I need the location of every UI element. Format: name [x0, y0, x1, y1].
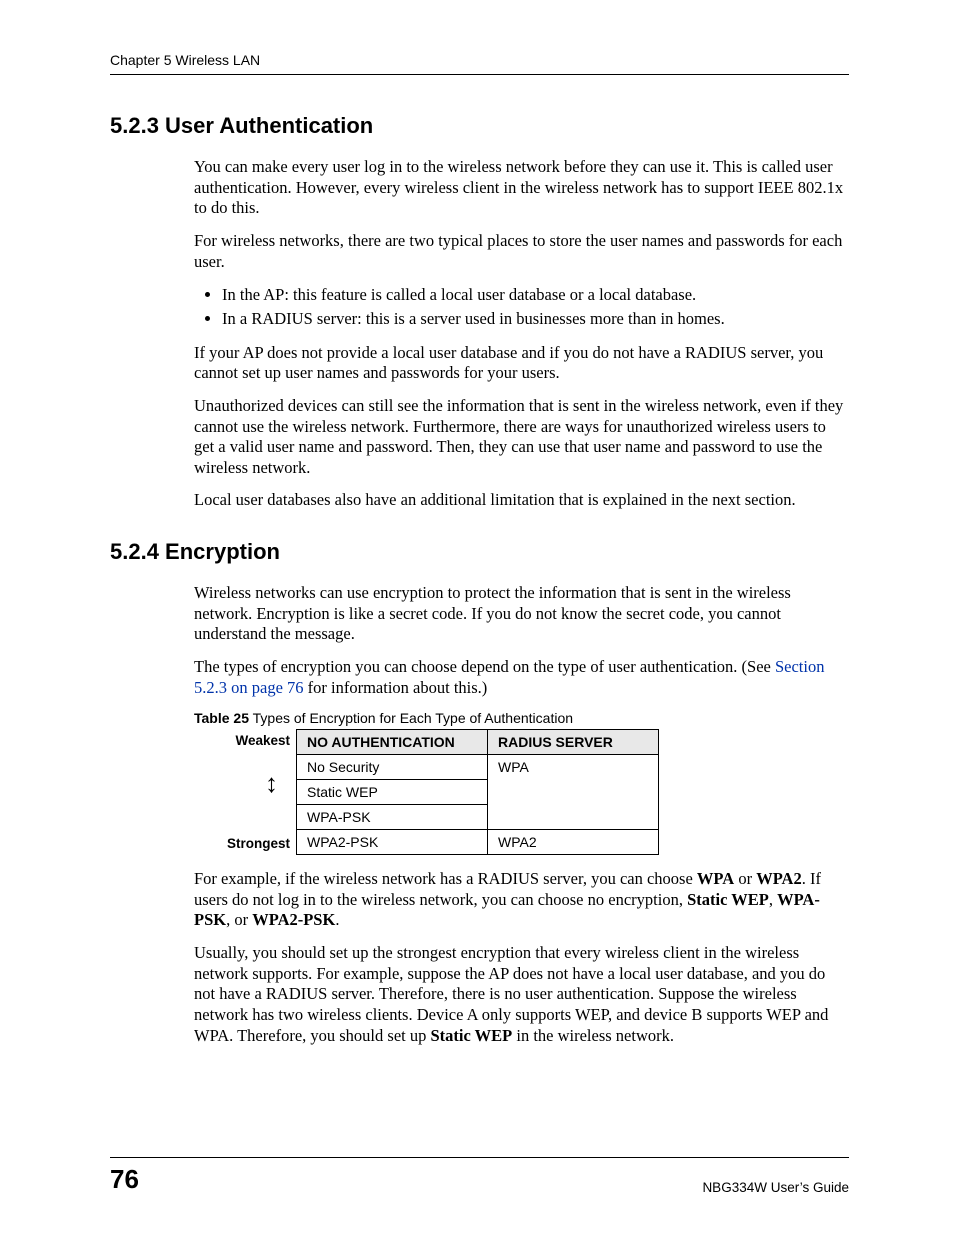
bold-text: WPA — [697, 869, 734, 888]
updown-arrow-icon: ↕ — [265, 773, 278, 794]
paragraph: If your AP does not provide a local user… — [194, 343, 849, 384]
page: Chapter 5 Wireless LAN 5.2.3 User Authen… — [0, 0, 954, 1235]
text: , or — [226, 910, 252, 929]
cell: No Security — [297, 755, 488, 780]
table-number: Table 25 — [194, 710, 249, 726]
paragraph: Unauthorized devices can still see the i… — [194, 396, 849, 479]
text: for information about this.) — [304, 678, 488, 697]
paragraph: Wireless networks can use encryption to … — [194, 583, 849, 645]
table-caption: Table 25 Types of Encryption for Each Ty… — [194, 710, 849, 726]
paragraph: You can make every user log in to the wi… — [194, 157, 849, 219]
table-row: No Security WPA — [297, 755, 659, 780]
paragraph: For example, if the wireless network has… — [194, 869, 849, 931]
th-no-auth: NO AUTHENTICATION — [297, 730, 488, 755]
table-header-row: NO AUTHENTICATION RADIUS SERVER — [297, 730, 659, 755]
bold-text: Static WEP — [687, 890, 769, 909]
cell: WPA2-PSK — [297, 830, 488, 855]
heading-523: 5.2.3 User Authentication — [110, 113, 849, 139]
heading-524: 5.2.4 Encryption — [110, 539, 849, 565]
list-item: In a RADIUS server: this is a server use… — [222, 308, 849, 330]
bold-text: Static WEP — [430, 1026, 512, 1045]
section-523-body: You can make every user log in to the wi… — [194, 157, 849, 511]
cell: WPA — [488, 755, 659, 780]
cell-empty — [488, 805, 659, 830]
paragraph: The types of encryption you can choose d… — [194, 657, 849, 698]
text: in the wireless network. — [512, 1026, 674, 1045]
table-title: Types of Encryption for Each Type of Aut… — [249, 710, 573, 726]
cell: WPA-PSK — [297, 805, 488, 830]
th-radius: RADIUS SERVER — [488, 730, 659, 755]
section-524-body: Wireless networks can use encryption to … — [194, 583, 849, 1046]
table-row: WPA-PSK — [297, 805, 659, 830]
cell-empty — [488, 780, 659, 805]
text: The types of encryption you can choose d… — [194, 657, 775, 676]
table-row: WPA2-PSK WPA2 — [297, 830, 659, 855]
text: or — [734, 869, 756, 888]
cell: Static WEP — [297, 780, 488, 805]
encryption-table-wrap: Weakest ↕ Strongest NO AUTHENTICATION RA… — [194, 729, 849, 855]
text: For example, if the wireless network has… — [194, 869, 697, 888]
list-item: In the AP: this feature is called a loca… — [222, 284, 849, 306]
paragraph: Usually, you should set up the strongest… — [194, 943, 849, 1046]
guide-title: NBG334W User’s Guide — [702, 1180, 849, 1195]
encryption-table: NO AUTHENTICATION RADIUS SERVER No Secur… — [296, 729, 659, 855]
row-strength-labels: Weakest ↕ Strongest — [194, 729, 296, 855]
table-row: Static WEP — [297, 780, 659, 805]
page-footer: 76 NBG334W User’s Guide — [110, 1157, 849, 1195]
paragraph: For wireless networks, there are two typ… — [194, 231, 849, 272]
bold-text: WPA2 — [756, 869, 802, 888]
page-number: 76 — [110, 1164, 139, 1195]
cell: WPA2 — [488, 830, 659, 855]
chapter-header: Chapter 5 Wireless LAN — [110, 52, 849, 75]
text: . — [335, 910, 339, 929]
label-strongest: Strongest — [227, 836, 290, 851]
bullet-list: In the AP: this feature is called a loca… — [194, 284, 849, 331]
paragraph: Local user databases also have an additi… — [194, 490, 849, 511]
bold-text: WPA2-PSK — [252, 910, 335, 929]
text: , — [769, 890, 777, 909]
label-weakest: Weakest — [235, 733, 290, 748]
